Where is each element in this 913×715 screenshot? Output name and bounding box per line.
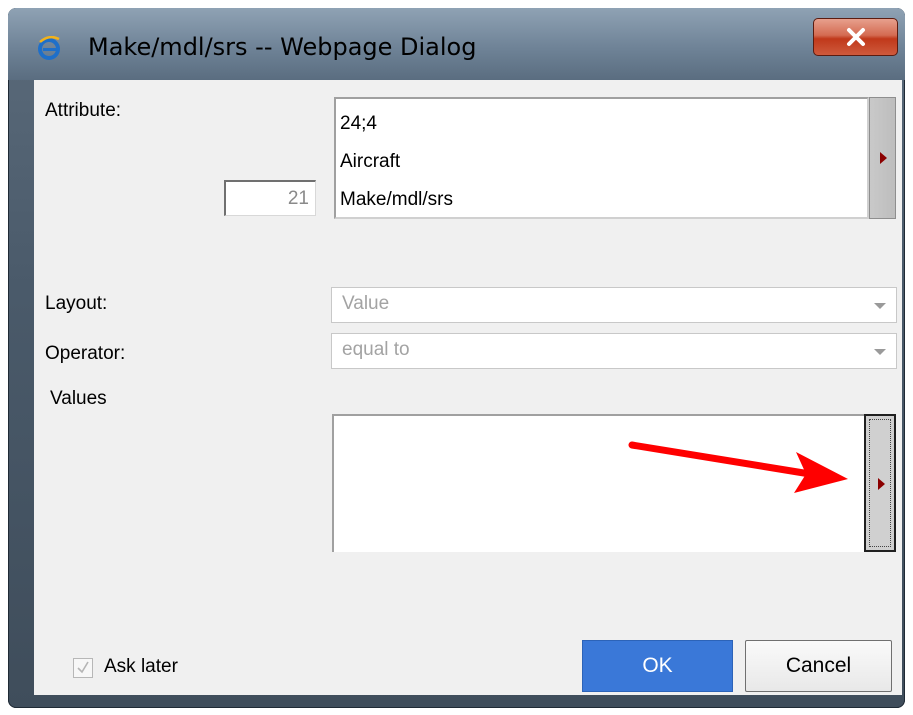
values-label: Values [50, 388, 107, 409]
ok-button[interactable]: OK [582, 640, 733, 692]
operator-label: Operator: [45, 343, 126, 364]
attribute-picker-button[interactable] [869, 97, 896, 219]
operator-select[interactable]: equal to [331, 333, 897, 369]
ask-later-label: Ask later [104, 656, 178, 677]
cancel-button[interactable]: Cancel [745, 640, 892, 692]
ask-later-checkbox[interactable] [73, 658, 93, 678]
dialog-window: Make/mdl/srs -- Webpage Dialog Attribute… [8, 8, 905, 708]
attribute-list[interactable]: 24;4 Aircraft Make/mdl/srs [334, 97, 869, 219]
close-icon [847, 28, 865, 46]
internet-explorer-icon [38, 35, 60, 60]
close-button[interactable] [813, 18, 898, 56]
values-picker-button[interactable] [864, 414, 896, 552]
chevron-down-icon [874, 303, 886, 309]
attribute-line-3: Make/mdl/srs [340, 189, 453, 210]
layout-select-value: Value [342, 293, 390, 314]
attribute-line-1: 24;4 [340, 113, 377, 134]
title-bar[interactable]: Make/mdl/srs -- Webpage Dialog [8, 8, 905, 80]
window-title: Make/mdl/srs -- Webpage Dialog [88, 33, 477, 61]
values-list[interactable] [332, 414, 864, 552]
attribute-number-field[interactable]: 21 [224, 180, 316, 216]
chevron-down-icon [874, 349, 886, 355]
checkmark-icon [77, 661, 89, 674]
triangle-right-icon [880, 152, 887, 164]
layout-select[interactable]: Value [331, 287, 897, 323]
attribute-line-2: Aircraft [340, 151, 401, 172]
attribute-label: Attribute: [45, 100, 122, 121]
layout-label: Layout: [45, 293, 108, 314]
dialog-body: Attribute: 21 24;4 Aircraft Make/mdl/srs… [34, 80, 902, 695]
operator-select-value: equal to [342, 339, 410, 360]
triangle-right-icon [878, 478, 885, 490]
